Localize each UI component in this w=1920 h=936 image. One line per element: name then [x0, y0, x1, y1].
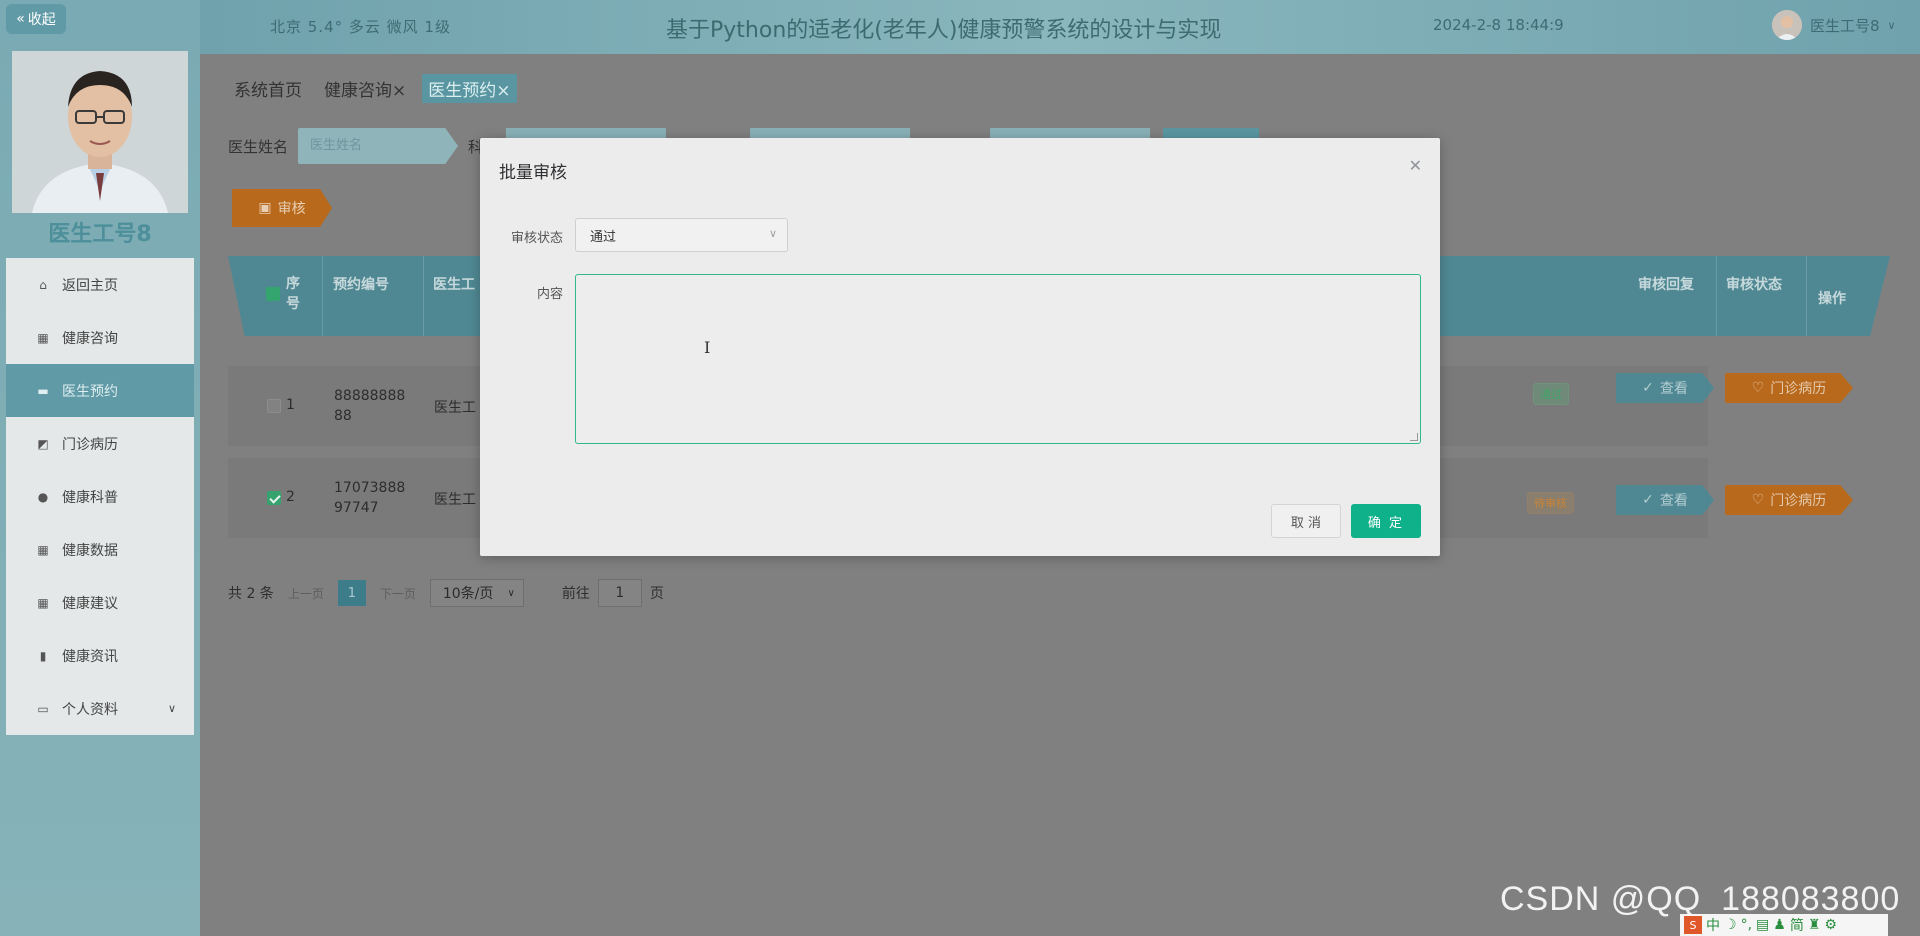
status-label: 审核状态	[511, 231, 564, 246]
dialog-title: 批量审核	[499, 163, 567, 183]
punctuation-icon[interactable]: °,	[1741, 917, 1752, 933]
ime-simplified-mode[interactable]: 简	[1790, 915, 1804, 935]
ime-logo-icon: S	[1684, 916, 1702, 934]
status-select[interactable]: 通过 ∨	[575, 218, 788, 252]
modal-overlay[interactable]: 批量审核 ✕ 审核状态 通过 ∨ 内容 I 取 消 确 定	[0, 0, 1920, 936]
resize-handle[interactable]	[1410, 433, 1418, 441]
chevron-down-icon: ∨	[768, 227, 777, 240]
user-icon[interactable]: ♟	[1773, 917, 1786, 933]
cancel-button[interactable]: 取 消	[1271, 504, 1341, 538]
close-icon[interactable]: ✕	[1409, 156, 1422, 175]
moon-icon[interactable]: ☽	[1724, 917, 1737, 933]
ime-toolbar[interactable]: S 中 ☽ °, ▤ ♟ 简 ♜ ⚙	[1680, 914, 1888, 936]
settings-icon[interactable]: ⚙	[1824, 917, 1837, 933]
content-textarea[interactable]	[575, 274, 1421, 444]
text-cursor-icon: I	[704, 338, 711, 357]
confirm-button[interactable]: 确 定	[1351, 504, 1421, 538]
keyboard-icon[interactable]: ▤	[1756, 917, 1769, 933]
batch-audit-dialog: 批量审核 ✕ 审核状态 通过 ∨ 内容 I 取 消 确 定	[480, 138, 1440, 556]
shirt-icon[interactable]: ♜	[1808, 917, 1821, 933]
content-label: 内容	[537, 287, 564, 302]
ime-chinese-mode[interactable]: 中	[1706, 915, 1720, 935]
